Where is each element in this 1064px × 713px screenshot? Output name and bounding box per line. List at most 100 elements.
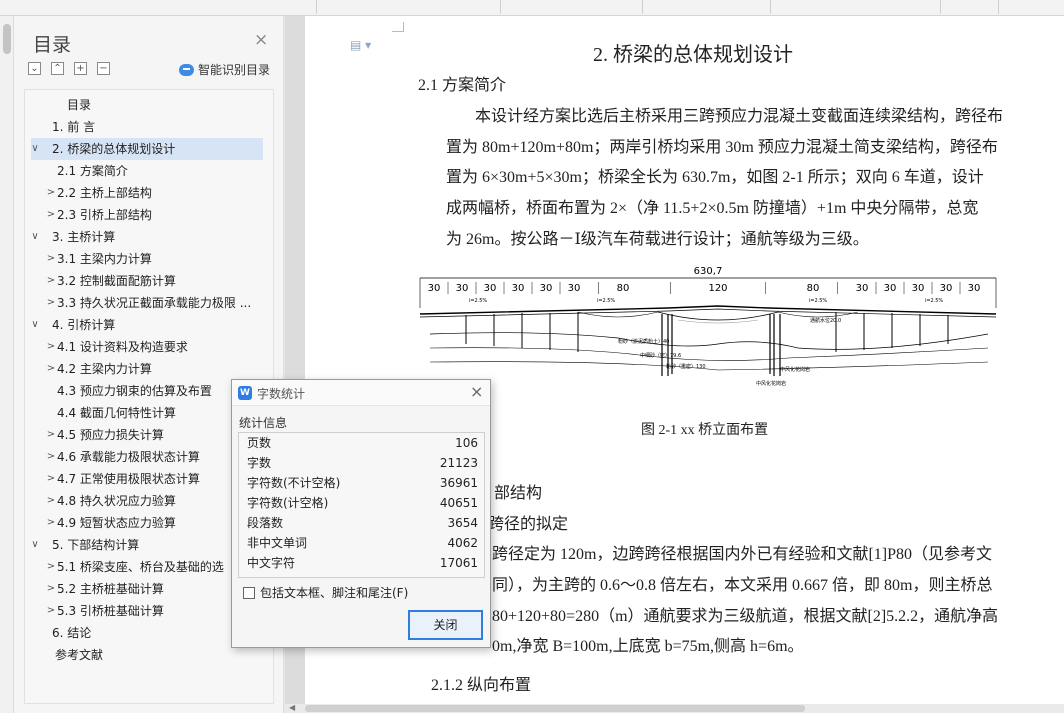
toc-item-label: 2.3 引桥上部结构 xyxy=(57,208,152,222)
stat-value: 36961 xyxy=(439,476,478,490)
close-icon[interactable]: × xyxy=(470,382,483,401)
stat-row: 字数 21123 xyxy=(247,453,478,473)
toc-item-label: 3. 主桥计算 xyxy=(52,230,116,244)
close-button[interactable]: 关闭 xyxy=(408,610,483,640)
toc-item-label: 2.2 主桥上部结构 xyxy=(57,186,152,200)
section-heading-2-1: 2.1 方案简介 xyxy=(418,77,507,94)
toc-item-label: 4.1 设计资料及构造要求 xyxy=(57,340,188,354)
chevron-right-icon[interactable]: > xyxy=(46,182,56,204)
chevron-right-icon[interactable]: > xyxy=(46,600,56,622)
toc-item[interactable]: >4.2 主梁内力计算 xyxy=(25,358,273,380)
toc-item[interactable]: 2.1 方案简介 xyxy=(25,160,273,182)
left-scroll-thumb[interactable] xyxy=(3,24,11,54)
chevron-right-icon[interactable]: > xyxy=(46,248,56,270)
stat-row: 非中文单词 4062 xyxy=(247,533,478,553)
section-heading-2-1-1: 跨径的拟定 xyxy=(488,516,569,533)
stats-box: 页数 106 字数 21123 字符数(不计空格) 36961 字符数(计空格) 40651 段… xyxy=(238,432,485,578)
horizontal-scroll-thumb[interactable] xyxy=(305,705,805,712)
smart-toc-button[interactable]: 智能识别目录 xyxy=(179,61,270,78)
span-length-label: 30 xyxy=(540,283,553,294)
dialog-title: 字数统计 xyxy=(257,387,306,401)
chevron-right-icon[interactable]: > xyxy=(46,556,56,578)
figure-total-length: 630,7 xyxy=(694,266,723,277)
toc-item-label: 3.1 主梁内力计算 xyxy=(57,252,152,266)
collapse-all-icon[interactable]: ⌄ xyxy=(28,62,41,75)
add-heading-icon[interactable]: + xyxy=(74,62,87,75)
stratum-label: 粉砂（重密）130 xyxy=(666,363,706,370)
toc-item[interactable]: ∨ 3. 主桥计算 xyxy=(25,226,273,248)
chevron-right-icon[interactable]: > xyxy=(46,358,56,380)
smart-toc-label: 智能识别目录 xyxy=(198,63,271,77)
chevron-right-icon[interactable]: > xyxy=(46,446,56,468)
expand-up-icon[interactable]: ⌃ xyxy=(51,62,64,75)
span-length-label: 120 xyxy=(708,283,727,294)
toc-item-label: 5.3 引桥桩基础计算 xyxy=(57,604,164,618)
toolbar-separator xyxy=(998,0,999,14)
include-textbox-footnote-checkbox[interactable] xyxy=(243,587,255,599)
toc-item-label: 参考文献 xyxy=(55,648,104,662)
span-length-label: 30 xyxy=(428,283,441,294)
figure-caption: 图 2-1 xx 桥立面布置 xyxy=(641,423,769,438)
chevron-down-icon[interactable]: ∨ xyxy=(30,314,40,336)
toc-item[interactable]: >3.2 控制截面配筋计算 xyxy=(25,270,273,292)
toc-item[interactable]: >2.3 引桥上部结构 xyxy=(25,204,273,226)
toc-item[interactable]: ∨ 4. 引桥计算 xyxy=(25,314,273,336)
slope-label: i=2.5% xyxy=(597,298,616,304)
paragraph-line: 置为 80m+120m+80m；两岸引桥均采用 30m 预应力混凝土简支梁结构，… xyxy=(446,139,998,156)
chevron-right-icon[interactable]: > xyxy=(46,490,56,512)
close-icon[interactable]: × xyxy=(254,32,268,49)
stat-value: 17061 xyxy=(439,556,478,570)
toc-item[interactable]: 1. 前 言 xyxy=(25,116,273,138)
toc-item-label: 4. 引桥计算 xyxy=(52,318,116,332)
chevron-right-icon[interactable]: > xyxy=(46,578,56,600)
chevron-right-icon[interactable]: > xyxy=(46,336,56,358)
stat-label: 字符数(不计空格) xyxy=(247,476,341,490)
stat-label: 字符数(计空格) xyxy=(247,496,329,510)
toc-item[interactable]: >3.1 主梁内力计算 xyxy=(25,248,273,270)
toc-item-label: 2.1 方案简介 xyxy=(57,164,128,178)
left-scroll-strip[interactable] xyxy=(0,16,14,713)
include-textbox-footnote-label[interactable]: 包括文本框、脚注和尾注(F) xyxy=(260,584,408,601)
chevron-right-icon[interactable]: > xyxy=(46,204,56,226)
toc-item[interactable]: ∨ 2. 桥梁的总体规划设计 xyxy=(31,138,263,160)
page-corner-mark xyxy=(392,22,404,32)
chevron-right-icon[interactable]: > xyxy=(46,424,56,446)
paragraph-line: 同），为主跨的 0.6～0.8 倍左右，本文采用 0.667 倍，即 80m，则… xyxy=(492,577,993,594)
chevron-right-icon[interactable]: > xyxy=(46,468,56,490)
stat-label: 段落数 xyxy=(247,516,284,530)
toolbar-separator xyxy=(940,0,941,14)
stat-value: 106 xyxy=(455,436,478,450)
stat-row: 字符数(不计空格) 36961 xyxy=(247,473,478,493)
stratum-label: 中风化花岗岩 xyxy=(756,380,786,387)
chevron-down-icon[interactable]: ∨ xyxy=(30,534,40,556)
stat-label: 非中文单词 xyxy=(247,536,308,550)
chevron-right-icon[interactable]: > xyxy=(46,292,56,314)
chevron-right-icon[interactable]: > xyxy=(46,512,56,534)
scroll-left-icon[interactable]: ◀ xyxy=(289,703,295,712)
stat-value: 40651 xyxy=(439,496,478,510)
toc-item-label: 5.2 主桥桩基础计算 xyxy=(57,582,164,596)
paragraph-line: 为 26m。按公路－Ⅰ级汽车荷载进行设计；通航等级为三级。 xyxy=(446,231,869,248)
span-length-label: 30 xyxy=(940,283,953,294)
chevron-down-icon[interactable]: ∨ xyxy=(31,138,40,160)
document-options-icon[interactable]: ▤ ▾ xyxy=(350,38,371,52)
horizontal-scrollbar[interactable]: ◀ xyxy=(285,703,1064,713)
remove-heading-icon[interactable]: − xyxy=(97,62,110,75)
chevron-down-icon[interactable]: ∨ xyxy=(30,226,40,248)
slope-label: i=2.5% xyxy=(925,298,944,304)
toc-item-label: 4.2 主梁内力计算 xyxy=(57,362,152,376)
toc-item[interactable]: 目录 xyxy=(25,94,273,116)
toc-item-label: 4.7 正常使用极限状态计算 xyxy=(57,472,200,486)
chevron-right-icon[interactable]: > xyxy=(46,270,56,292)
span-length-label: 30 xyxy=(568,283,581,294)
toc-item[interactable]: >3.3 持久状况正截面承载能力极限 ... xyxy=(25,292,273,314)
stat-value: 4062 xyxy=(447,536,478,550)
toc-item-label: 4.4 截面几何特性计算 xyxy=(57,406,176,420)
toc-item[interactable]: >4.1 设计资料及构造要求 xyxy=(25,336,273,358)
toc-item[interactable]: >2.2 主桥上部结构 xyxy=(25,182,273,204)
span-length-label: 30 xyxy=(856,283,869,294)
toc-item-label: 4.6 承载能力极限状态计算 xyxy=(57,450,200,464)
paragraph-line: 置为 6×30m+5×30m；桥梁全长为 630.7m，如图 2-1 所示；双向… xyxy=(446,169,984,186)
dialog-titlebar[interactable]: W 字数统计 × xyxy=(232,380,490,406)
nav-pane-title: 目录 xyxy=(33,34,72,56)
